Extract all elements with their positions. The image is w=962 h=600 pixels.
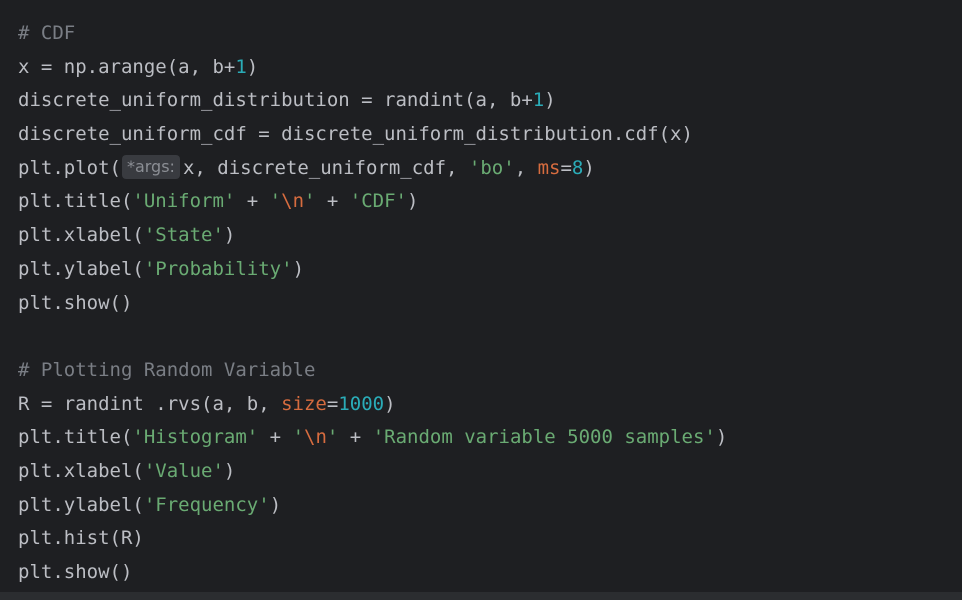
code-text: plt.plot( <box>18 156 121 179</box>
code-text: , <box>514 156 538 179</box>
code-text: ) <box>246 55 259 78</box>
code-text: + <box>315 190 350 213</box>
code-number: 1 <box>235 55 247 78</box>
code-line[interactable]: plt.show() <box>18 556 962 590</box>
code-area[interactable]: # CDF x = np.arange(a, b+1) discrete_unifo… <box>18 17 962 590</box>
parameter-hint: *args: <box>121 154 180 179</box>
code-text: plt.ylabel( <box>18 257 144 280</box>
code-line[interactable]: # Plotting Random Variable <box>18 354 962 388</box>
code-text: plt.xlabel( <box>18 224 144 247</box>
code-text: plt.show() <box>18 291 133 314</box>
code-text: = <box>326 392 339 415</box>
code-line[interactable]: discrete_uniform_cdf = discrete_uniform_… <box>18 118 962 152</box>
code-number: 1000 <box>338 392 385 415</box>
code-keyword: \n <box>304 426 327 449</box>
code-string: 'Uniform' <box>132 190 236 213</box>
code-number: 8 <box>571 156 584 179</box>
code-text: x, discrete_uniform_cdf, <box>182 156 469 179</box>
code-number: 1 <box>532 89 545 112</box>
code-string: ' <box>304 190 316 213</box>
code-text: plt.title( <box>18 426 133 449</box>
code-line[interactable]: plt.title('Uniform' + '\n' + 'CDF') <box>18 185 962 219</box>
code-text: plt.title( <box>18 190 133 213</box>
code-line[interactable]: plt.xlabel('State') <box>18 219 962 253</box>
code-keyword: size <box>281 392 327 415</box>
code-line[interactable]: plt.title('Histogram' + '\n' + 'Random v… <box>18 421 962 455</box>
code-string: 'CDF' <box>349 190 407 213</box>
code-string: ' <box>269 190 282 213</box>
code-string: 'bo' <box>468 156 515 179</box>
code-string: 'Probability' <box>143 257 293 280</box>
code-text: plt.xlabel( <box>18 459 144 482</box>
code-text: ) <box>407 190 419 213</box>
code-editor[interactable]: # CDF x = np.arange(a, b+1) discrete_unifo… <box>0 0 962 600</box>
code-string: ' <box>292 426 305 449</box>
code-text: ) <box>384 392 396 415</box>
code-string: 'Histogram' <box>132 426 259 449</box>
code-string: 'Value' <box>143 459 224 482</box>
editor-bottom-strip <box>0 592 962 600</box>
code-text: ) <box>223 459 236 482</box>
code-text: ) <box>223 224 236 247</box>
code-line[interactable]: plt.plot(*args: x, discrete_uniform_cdf, … <box>18 152 962 186</box>
code-line[interactable]: R = randint .rvs(a, b, size=1000) <box>18 388 962 422</box>
code-text: ) <box>715 426 728 449</box>
code-string: 'Frequency' <box>143 493 270 516</box>
code-text: + <box>258 426 293 449</box>
code-text: x = np.arange(a, b+ <box>18 55 236 78</box>
code-text: = <box>560 156 572 179</box>
code-text: plt.ylabel( <box>18 493 144 516</box>
code-text: ) <box>583 156 595 179</box>
code-text: R = randint .rvs(a, b, <box>18 392 282 415</box>
code-line[interactable] <box>18 320 962 354</box>
code-string: 'State' <box>143 224 224 247</box>
code-text: ) <box>292 257 305 280</box>
code-text: discrete_uniform_distribution = randint(… <box>18 89 533 112</box>
code-text: plt.show() <box>18 561 133 583</box>
code-line[interactable]: plt.show() <box>18 287 962 321</box>
code-string: 'Random variable 5000 samples' <box>372 426 716 449</box>
code-line[interactable]: # CDF <box>18 17 962 51</box>
code-text: ) <box>544 89 556 112</box>
code-text: ) <box>269 493 282 516</box>
code-text: discrete_uniform_cdf = discrete_uniform_… <box>18 123 693 146</box>
code-text: plt.hist(R) <box>18 527 144 550</box>
code-string: ' <box>326 426 339 449</box>
code-comment: # CDF <box>18 22 76 44</box>
code-keyword: ms <box>537 156 561 179</box>
code-line[interactable]: discrete_uniform_distribution = randint(… <box>18 84 962 118</box>
code-text: + <box>338 426 373 449</box>
code-line[interactable]: plt.xlabel('Value') <box>18 455 962 489</box>
code-line[interactable]: plt.hist(R) <box>18 522 962 556</box>
code-keyword: \n <box>281 190 305 213</box>
code-comment: # Plotting Random Variable <box>18 358 316 381</box>
code-line[interactable]: plt.ylabel('Frequency') <box>18 489 962 523</box>
code-line[interactable]: x = np.arange(a, b+1) <box>18 51 962 85</box>
code-text: + <box>235 190 270 213</box>
code-line[interactable]: plt.ylabel('Probability') <box>18 253 962 287</box>
